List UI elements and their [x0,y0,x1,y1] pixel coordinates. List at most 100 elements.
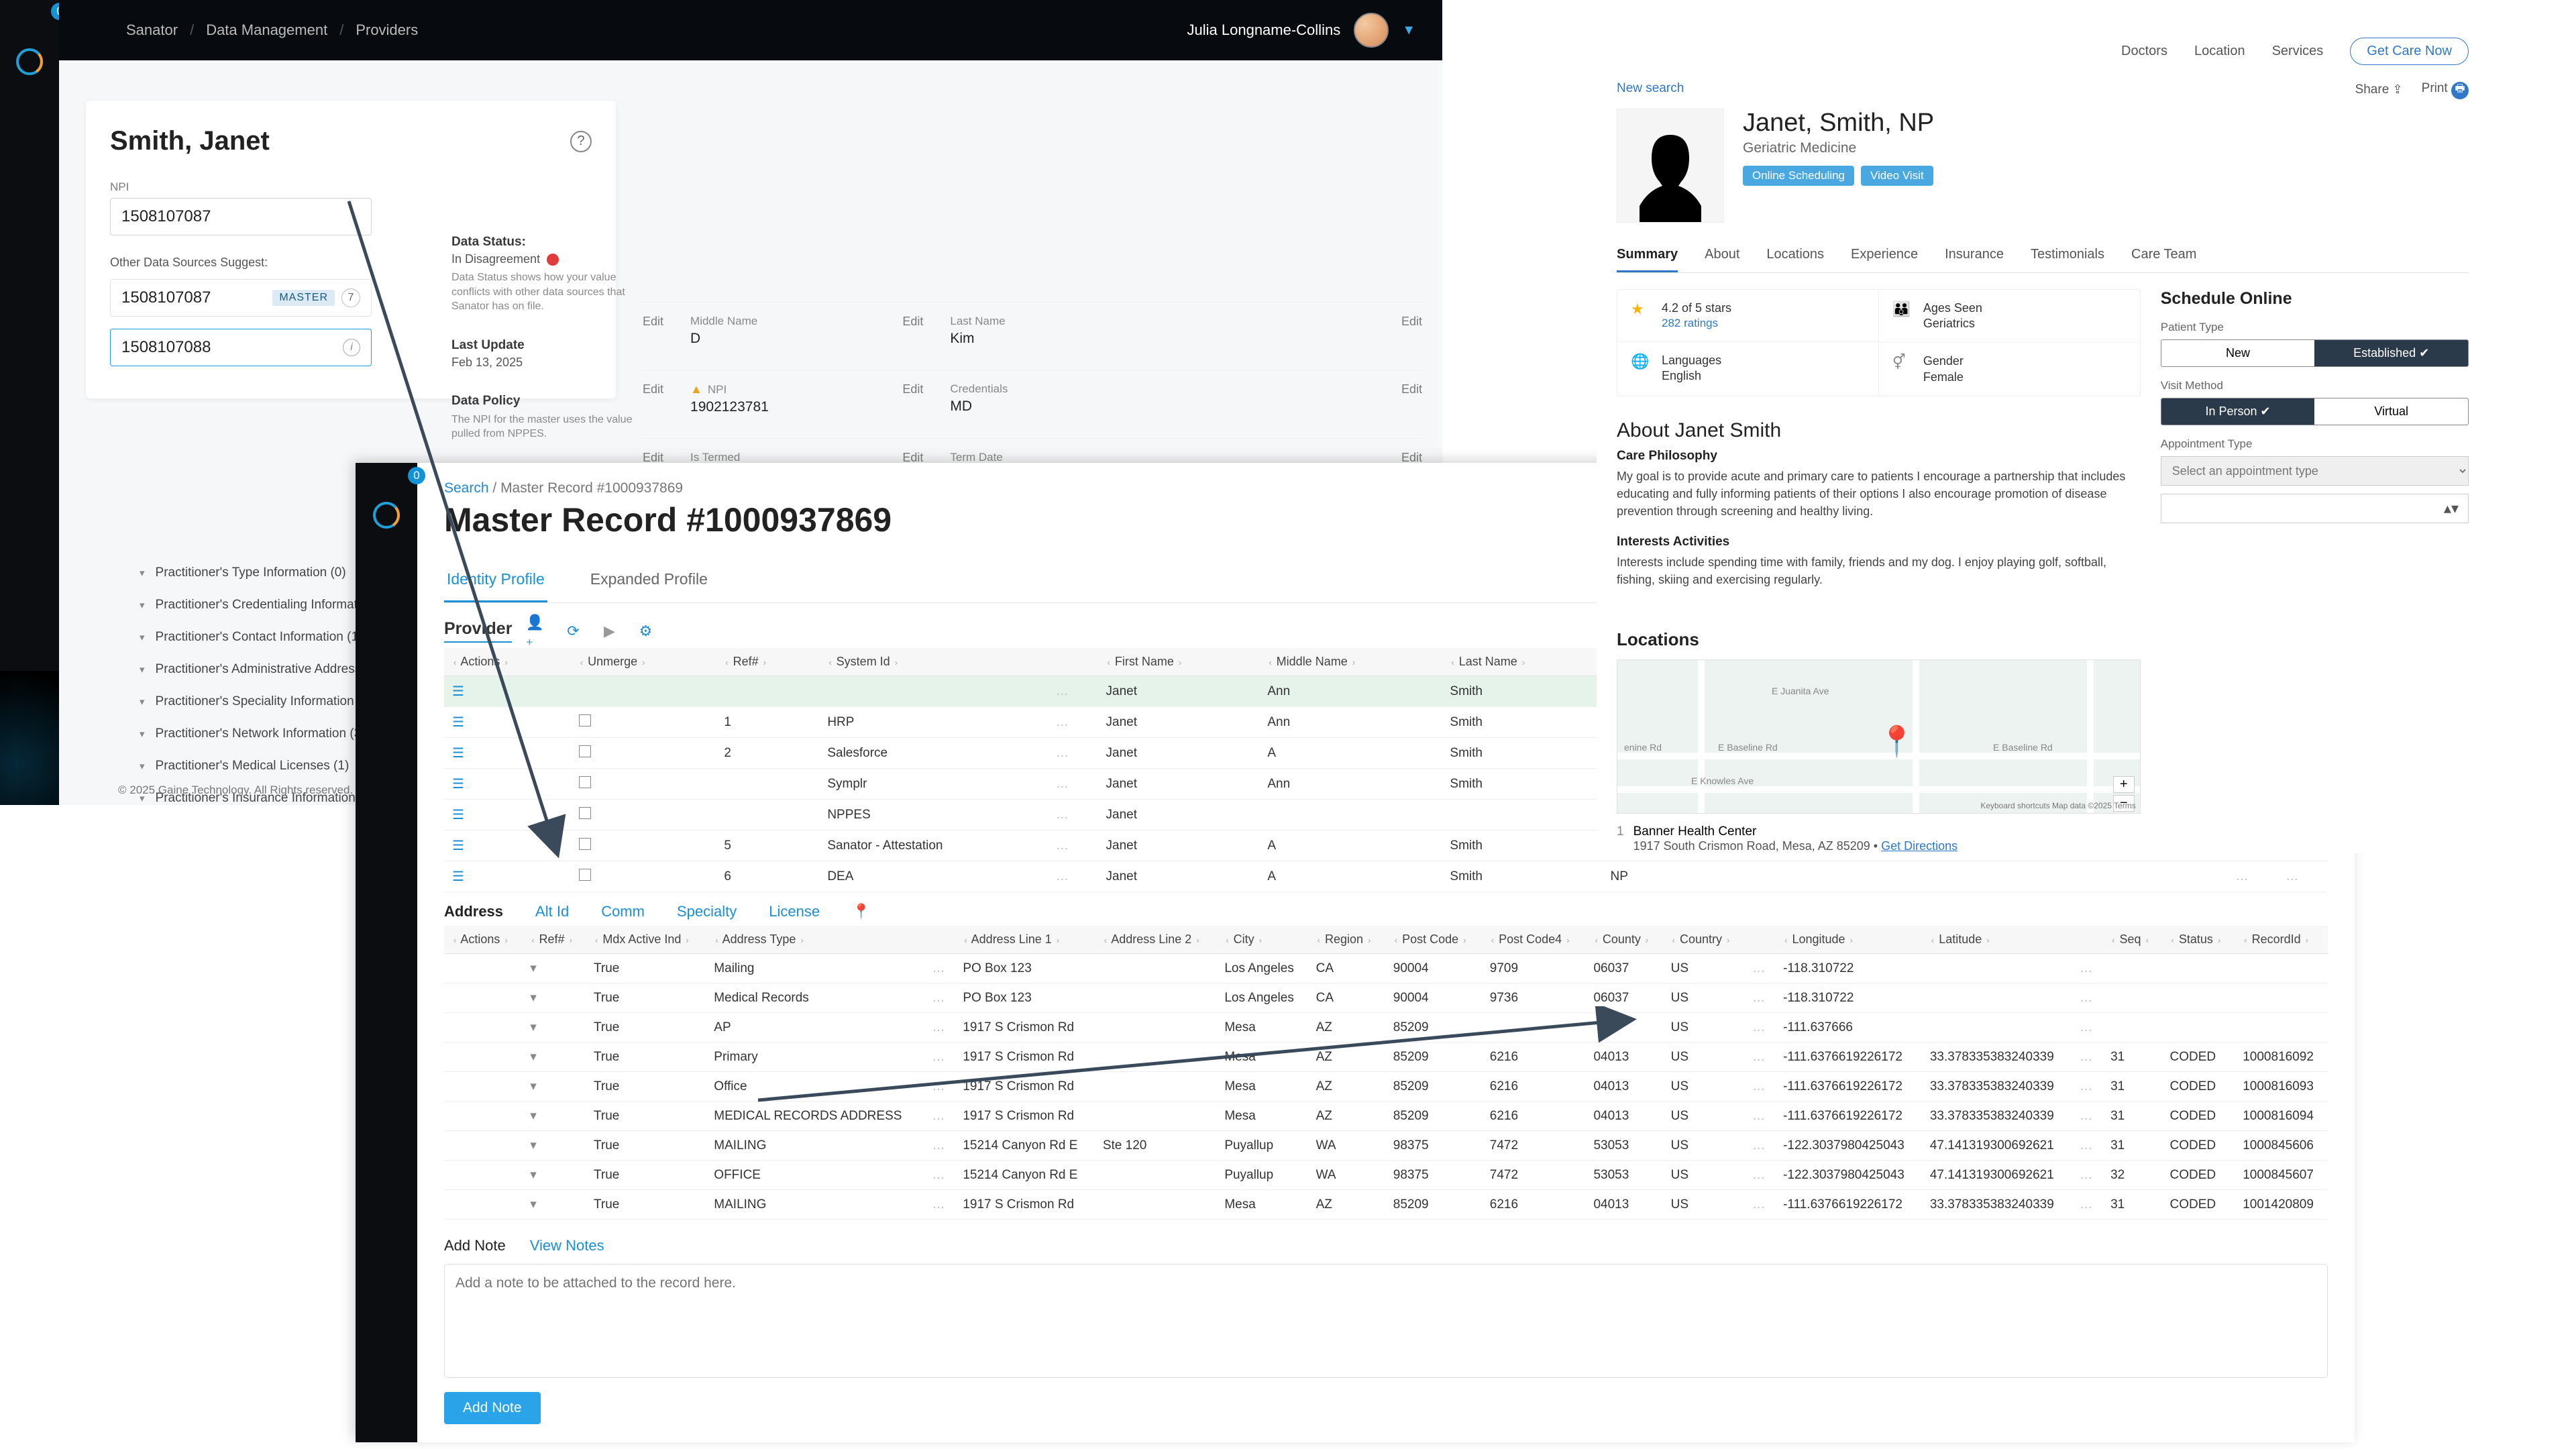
add-note-button[interactable]: Add Note [444,1392,541,1424]
profile-tab[interactable]: Summary [1617,247,1678,272]
profile-tab[interactable]: Experience [1851,247,1918,272]
profile-tab[interactable]: Locations [1766,247,1824,272]
subtab-comm[interactable]: Comm [601,903,645,920]
profile-tab[interactable]: Care Team [2131,247,2196,272]
checkbox[interactable] [579,869,591,881]
app-sidebar [0,0,59,805]
table-row[interactable]: ☰6DEA…JanetASmithNP…… [444,861,2328,892]
checkbox[interactable] [579,807,591,819]
expand-icon[interactable]: ▾ [530,1197,537,1212]
note-textarea[interactable] [444,1264,2328,1378]
visit-method-toggle[interactable]: In Person ✔ Virtual [2161,398,2469,425]
person-plus-icon[interactable]: 👤₊ [525,620,548,643]
crumb-0[interactable]: Sanator [126,21,178,39]
checkbox[interactable] [579,838,591,850]
table-row[interactable]: ▾TruePrimary…1917 S Crismon RdMesaAZ8520… [444,1042,2328,1072]
refresh-icon[interactable]: ⟳ [561,620,584,643]
expand-icon[interactable]: ▾ [530,1109,537,1123]
checkbox[interactable] [579,776,591,788]
share-icon: ⇪ [2393,83,2403,96]
row-menu-icon[interactable]: ☰ [452,777,464,792]
suggestion-master[interactable]: 1508107087 MASTER 7 [110,279,372,317]
subtab-specialty[interactable]: Specialty [677,903,737,920]
zoom-in-button[interactable]: + [2113,776,2135,793]
table-row[interactable]: ▾TrueMAILING…1917 S Crismon RdMesaAZ8520… [444,1190,2328,1220]
table-row[interactable]: ▾TrueMedical Records…PO Box 123Los Angel… [444,983,2328,1013]
table-row[interactable]: ▾TrueMAILING…15214 Canyon Rd ESte 120Puy… [444,1131,2328,1161]
table-row[interactable]: ▾TrueOFFICE…15214 Canyon Rd EPuyallupWA9… [444,1161,2328,1190]
add-note-tab[interactable]: Add Note [444,1237,506,1254]
crumb-2[interactable]: Providers [356,21,418,39]
table-row[interactable]: ▾TrueAP…1917 S Crismon RdMesaAZ85209US…-… [444,1013,2328,1042]
row-menu-icon[interactable]: ☰ [452,746,464,761]
row-menu-icon[interactable]: ☰ [452,684,464,699]
profile-tab[interactable]: About [1705,247,1739,272]
patient-type-toggle[interactable]: New Established ✔ [2161,339,2469,367]
directions-link[interactable]: Get Directions [1881,839,1957,853]
profile-tab[interactable]: Insurance [1945,247,2004,272]
expand-icon[interactable]: ▾ [530,1079,537,1093]
expand-icon[interactable]: ▾ [530,1138,537,1152]
new-search-link[interactable]: New search [1617,81,1684,99]
edit-link[interactable]: Edit [1401,315,1422,347]
nav-location[interactable]: Location [2194,44,2245,59]
expand-icon[interactable]: ▾ [530,1168,537,1182]
visit-virtual[interactable]: Virtual [2314,398,2468,425]
appt-type-select[interactable]: Select an appointment type [2161,456,2469,486]
info-icon[interactable]: i [343,339,360,356]
user-menu[interactable]: Julia Longname-Collins ▼ [1187,13,1415,48]
chevron-down-icon[interactable]: ▼ [1402,23,1415,38]
tab-identity[interactable]: Identity Profile [444,570,547,602]
table-row[interactable]: ▾TrueMailing…PO Box 123Los AngelesCA9000… [444,954,2328,983]
gear-icon[interactable]: ⚙ [634,620,657,643]
expand-icon[interactable]: ▾ [530,1020,537,1034]
help-icon[interactable]: ? [570,131,592,152]
patient-established[interactable]: Established ✔ [2314,340,2468,366]
visit-inperson[interactable]: In Person ✔ [2161,398,2315,425]
avatar[interactable] [1354,13,1389,48]
patient-new[interactable]: New [2161,340,2315,366]
quantity-stepper[interactable]: ▴▾ [2161,494,2469,523]
expand-icon[interactable]: ▾ [530,1050,537,1064]
map[interactable]: E Juanita Ave E Baseline Rd E Baseline R… [1617,659,2141,814]
crumb-1[interactable]: Data Management [206,21,327,39]
tab-expanded[interactable]: Expanded Profile [588,570,710,602]
policy-value: The NPI for the master uses the value pu… [451,413,633,441]
row-menu-icon[interactable]: ☰ [452,869,464,884]
table-row[interactable]: ▾TrueOffice…1917 S Crismon RdMesaAZ85209… [444,1072,2328,1102]
status-label: Data Status: [451,235,921,250]
subtab-address[interactable]: Address [444,903,503,920]
edit-link[interactable]: Edit [902,315,923,347]
row-menu-icon[interactable]: ☰ [452,715,464,730]
map-pin-icon[interactable]: 📍 [852,903,870,920]
row-menu-icon[interactable]: ☰ [452,808,464,822]
app-sidebar [356,463,417,1442]
edit-link[interactable]: Edit [902,382,923,415]
crumb-search[interactable]: Search [444,480,489,496]
expand-icon[interactable]: ▾ [530,991,537,1005]
row-menu-icon[interactable]: ☰ [452,839,464,853]
care-text: My goal is to provide acute and primary … [1617,468,2141,520]
nav-doctors[interactable]: Doctors [2121,44,2167,59]
expand-icon[interactable]: ▾ [530,961,537,975]
table-row[interactable]: ▾TrueMEDICAL RECORDS ADDRESS…1917 S Cris… [444,1102,2328,1131]
print-link[interactable]: Print 🖶 [2422,81,2469,99]
npi-input[interactable]: 1508107087 [110,198,372,235]
suggestion-alt[interactable]: 1508107088 i [110,329,372,366]
app-logo[interactable] [372,500,401,530]
profile-tab[interactable]: Testimonials [2031,247,2104,272]
ratings-link[interactable]: 282 ratings [1662,316,1731,331]
edit-link[interactable]: Edit [643,315,663,347]
edit-link[interactable]: Edit [1401,382,1422,415]
checkbox[interactable] [579,745,591,757]
get-care-button[interactable]: Get Care Now [2350,38,2469,65]
play-icon[interactable]: ▶ [598,620,621,643]
app-logo[interactable] [15,47,44,76]
view-notes-tab[interactable]: View Notes [530,1237,604,1254]
nav-services[interactable]: Services [2272,44,2324,59]
edit-link[interactable]: Edit [643,382,663,415]
subtab-license[interactable]: License [769,903,820,920]
subtab-altid[interactable]: Alt Id [535,903,569,920]
share-link[interactable]: Share ⇪ [2355,83,2403,97]
checkbox[interactable] [579,714,591,727]
